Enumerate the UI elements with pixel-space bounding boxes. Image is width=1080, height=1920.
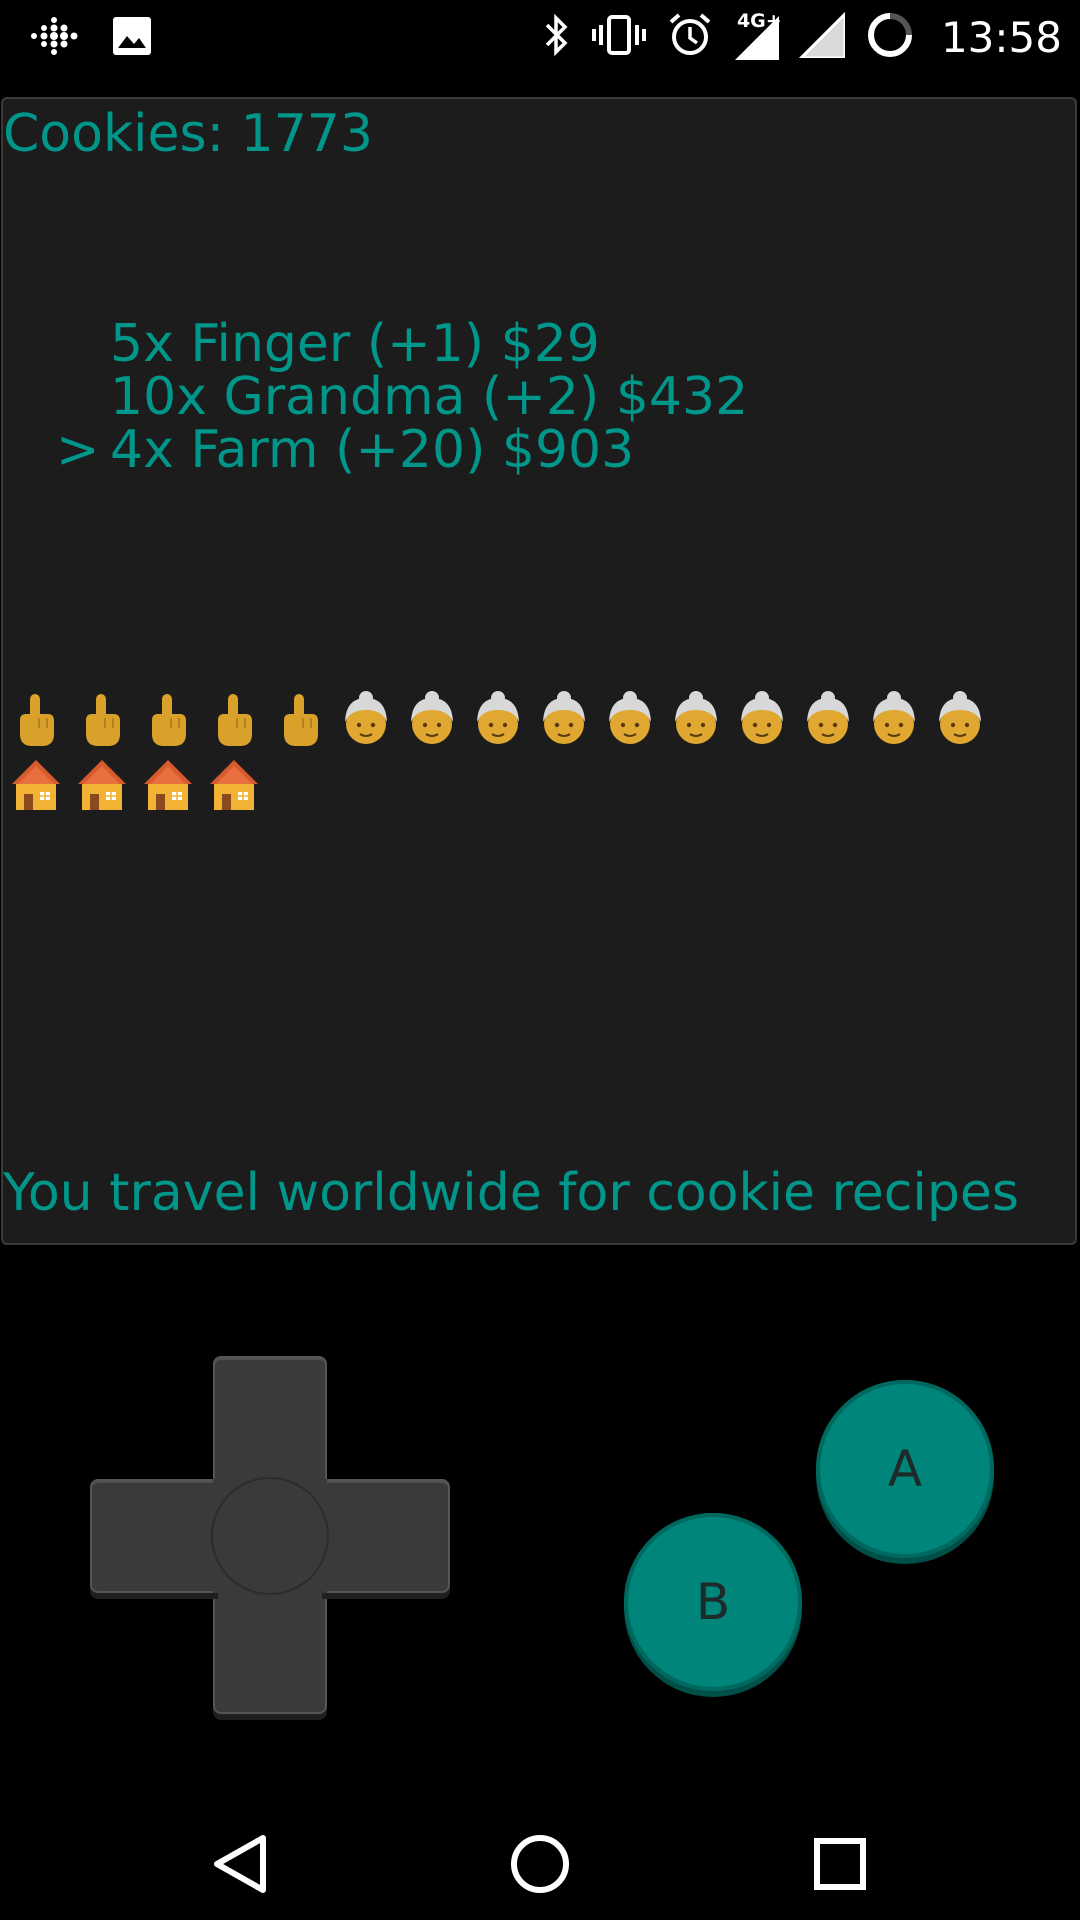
grandma-icon (932, 690, 988, 750)
grandma-icon (338, 690, 394, 750)
grandma-icon (470, 690, 526, 750)
clock-time: 13:58 (940, 12, 1062, 62)
dpad-left[interactable] (90, 1479, 218, 1593)
navigation-bar (0, 1800, 1080, 1920)
item-price: $29 (500, 314, 600, 374)
flavor-text: You travel worldwide for cookie recipes (3, 1163, 1019, 1223)
item-price: $903 (501, 420, 635, 480)
alarm-icon (667, 12, 713, 62)
finger-icon (272, 690, 328, 750)
dpad-down[interactable] (213, 1584, 327, 1714)
network-type-label: 4G+ (736, 10, 782, 32)
home-circle-icon (511, 1835, 569, 1893)
shop-list: 5x Finger (+1) $29 10x Grandma (+2) $432… (56, 318, 748, 477)
grandma-icon (404, 690, 460, 750)
owned-buildings-grid (8, 686, 1068, 814)
cookie-counter: Cookies: 1773 (3, 104, 373, 164)
grandma-icon (668, 690, 724, 750)
image-icon (112, 16, 152, 60)
item-count: 5x (110, 314, 174, 374)
grandma-icon (602, 690, 658, 750)
dpad-right[interactable] (322, 1479, 450, 1593)
vibrate-icon (591, 13, 647, 61)
home-button[interactable] (500, 1824, 580, 1904)
finger-icon (74, 690, 130, 750)
shop-item-finger[interactable]: 5x Finger (+1) $29 (56, 318, 748, 371)
game-screen (1, 97, 1077, 1245)
item-count: 10x (110, 367, 207, 427)
item-bonus: (+1) (366, 314, 485, 374)
grandma-icon (866, 690, 922, 750)
app-root: 4G+ 13:58 Cookies: 1773 5x Finger (+1) $… (0, 0, 1080, 1920)
item-bonus: (+2) (482, 367, 600, 427)
dpad-up[interactable] (213, 1356, 327, 1486)
status-bar-right: 4G+ 13:58 (543, 8, 1062, 66)
item-name: Grandma (223, 367, 466, 427)
shop-item-grandma[interactable]: 10x Grandma (+2) $432 (56, 371, 748, 424)
finger-icon (206, 690, 262, 750)
item-price: $432 (615, 367, 749, 427)
grandma-icon (734, 690, 790, 750)
signal-4g-icon: 4G+ (733, 10, 782, 60)
item-bonus: (+20) (335, 420, 486, 480)
item-name: Farm (190, 420, 319, 480)
bluetooth-icon (543, 13, 571, 61)
farm-icon (74, 754, 130, 814)
b-button[interactable]: B (624, 1513, 802, 1691)
fitbit-icon (28, 14, 78, 62)
recents-square-icon (814, 1838, 866, 1890)
cookie-count: 1773 (240, 104, 373, 164)
finger-icon (140, 690, 196, 750)
a-button[interactable]: A (816, 1380, 994, 1558)
buildings-row (8, 750, 1068, 814)
cookie-label: Cookies: (3, 104, 225, 164)
farm-icon (140, 754, 196, 814)
status-bar: 4G+ 13:58 (0, 0, 1080, 74)
finger-icon (8, 690, 64, 750)
signal-icon (797, 10, 847, 62)
farm-icon (8, 754, 64, 814)
item-count: 4x (110, 420, 174, 480)
dpad (90, 1356, 450, 1716)
grandma-icon (536, 690, 592, 750)
back-button[interactable] (201, 1824, 281, 1904)
item-name: Finger (190, 314, 351, 374)
recents-button[interactable] (800, 1824, 880, 1904)
dpad-center-ring (211, 1477, 329, 1595)
grandma-icon (800, 690, 856, 750)
status-bar-left (28, 14, 152, 62)
shop-item-farm[interactable]: > 4x Farm (+20) $903 (56, 424, 748, 477)
back-triangle-icon (214, 1835, 266, 1893)
battery-icon (865, 10, 915, 64)
selection-cursor: > (56, 420, 100, 480)
buildings-row (8, 686, 1068, 750)
farm-icon (206, 754, 262, 814)
